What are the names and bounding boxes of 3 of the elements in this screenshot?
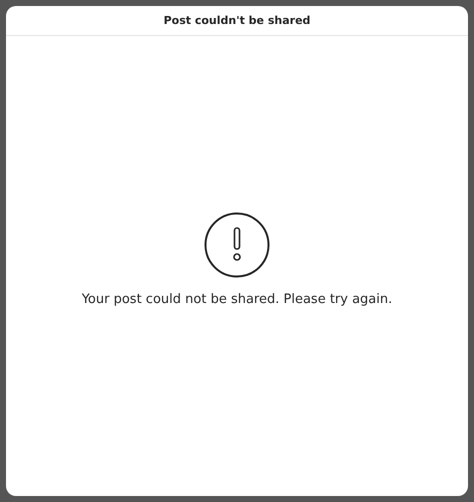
dialog-title: Post couldn't be shared <box>164 14 310 27</box>
alert-icon <box>204 212 270 278</box>
error-message: Your post could not be shared. Please try again. <box>82 292 392 307</box>
